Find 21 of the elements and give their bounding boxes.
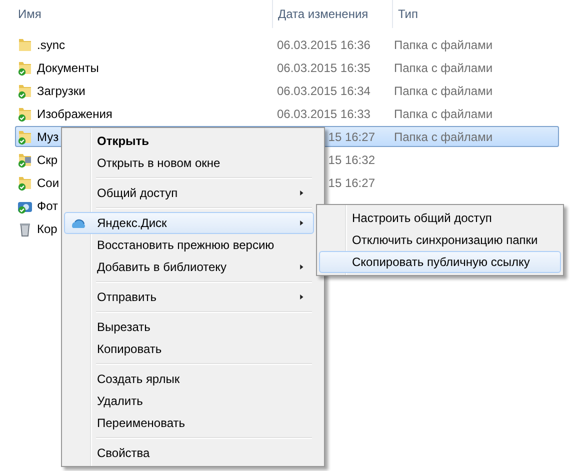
date-cell: 15 16:32 <box>328 152 375 166</box>
date-cell: 15 16:27 <box>328 130 375 144</box>
date-cell: 15 16:27 <box>328 176 375 190</box>
file-name: Изображения <box>37 106 112 120</box>
type-cell: Папка с файлами <box>394 84 493 98</box>
file-name: Кор <box>37 222 58 236</box>
file-name: Документы <box>37 60 99 74</box>
type-cell: Папка с файлами <box>394 60 493 74</box>
date-cell: 06.03.2015 16:33 <box>277 106 370 120</box>
file-name: .sync <box>37 38 66 52</box>
file-name: Фот <box>37 198 58 212</box>
file-name: Муз <box>37 130 59 144</box>
file-name: Сои <box>37 176 60 190</box>
type-cell: Папка с файлами <box>394 38 493 52</box>
file-name: Скр <box>37 152 58 166</box>
type-cell: Папка с файлами <box>394 130 493 144</box>
type-cell: Папка с файлами <box>394 106 493 120</box>
date-cell: 06.03.2015 16:34 <box>277 84 370 98</box>
file-name: Загрузки <box>37 84 86 98</box>
date-cell: 06.03.2015 16:36 <box>277 38 370 52</box>
date-cell: 06.03.2015 16:35 <box>277 60 370 74</box>
